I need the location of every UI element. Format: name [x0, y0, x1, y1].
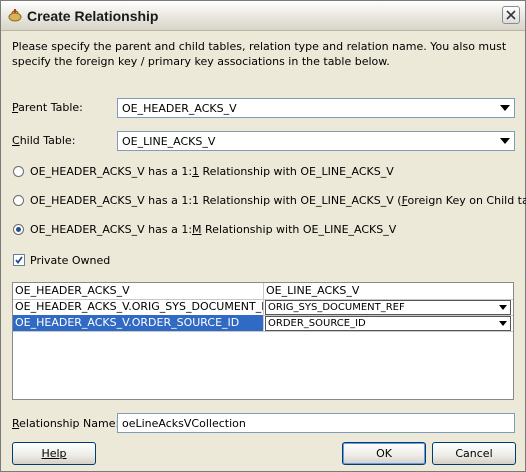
- radio-button[interactable]: [13, 166, 24, 177]
- relationship-name-input[interactable]: oeLineAcksVCollection: [117, 413, 515, 433]
- window-title: Create Relationship: [27, 8, 159, 24]
- chevron-down-icon: [499, 321, 507, 326]
- relationship-name-value: oeLineAcksVCollection: [122, 417, 246, 430]
- checkmark-icon: [15, 256, 23, 264]
- cancel-button[interactable]: Cancel: [432, 442, 516, 465]
- key-association-table[interactable]: OE_HEADER_ACKS_V OE_LINE_ACKS_V OE_HEADE…: [12, 282, 514, 400]
- private-owned-checkbox[interactable]: [13, 254, 25, 266]
- private-owned-label: Private Owned: [30, 254, 111, 267]
- table-row-parent-cell-selected[interactable]: OE_HEADER_ACKS_V.ORDER_SOURCE_ID: [13, 315, 263, 331]
- close-icon: [506, 10, 516, 20]
- ok-button[interactable]: OK: [342, 442, 426, 465]
- chevron-down-icon: [500, 138, 510, 144]
- help-button[interactable]: Help: [12, 442, 96, 465]
- radio-button[interactable]: [13, 195, 24, 206]
- radio-label: OE_HEADER_ACKS_V has a 1:1 Relationship …: [30, 194, 526, 207]
- parent-table-label: Parent Table:: [12, 101, 83, 114]
- create-relationship-dialog: Create Relationship Please specify the p…: [0, 0, 526, 472]
- radio-label: OE_HEADER_ACKS_V has a 1:M Relationship …: [30, 223, 397, 236]
- table-row-child-select[interactable]: ORIG_SYS_DOCUMENT_REF: [265, 300, 511, 315]
- title-bar[interactable]: Create Relationship: [1, 1, 525, 31]
- row-divider: [13, 331, 513, 332]
- table-row-child-select[interactable]: ORDER_SOURCE_ID: [265, 316, 511, 331]
- close-button[interactable]: [502, 6, 520, 24]
- table-row-parent-cell[interactable]: OE_HEADER_ACKS_V.ORIG_SYS_DOCUMENT_REF: [13, 299, 263, 315]
- table-header-child: OE_LINE_ACKS_V: [266, 284, 360, 297]
- radio-label: OE_HEADER_ACKS_V has a 1:1 Relationship …: [30, 165, 394, 178]
- table-row-child-value: ORDER_SOURCE_ID: [268, 318, 366, 329]
- chevron-down-icon: [500, 105, 510, 111]
- relationship-name-label: Relationship Name:: [12, 417, 120, 430]
- table-header-parent: OE_HEADER_ACKS_V: [15, 284, 130, 297]
- parent-table-select[interactable]: OE_HEADER_ACKS_V: [117, 98, 515, 118]
- instructions-text: Please specify the parent and child tabl…: [12, 40, 507, 68]
- child-table-select[interactable]: OE_LINE_ACKS_V: [117, 131, 515, 151]
- child-table-label: Child Table:: [12, 134, 76, 147]
- child-table-value: OE_LINE_ACKS_V: [122, 135, 216, 148]
- chevron-down-icon: [499, 305, 507, 310]
- table-row-child-value: ORIG_SYS_DOCUMENT_REF: [268, 302, 405, 313]
- parent-table-value: OE_HEADER_ACKS_V: [122, 102, 237, 115]
- radio-button-selected[interactable]: [13, 224, 24, 235]
- app-icon: [8, 9, 22, 22]
